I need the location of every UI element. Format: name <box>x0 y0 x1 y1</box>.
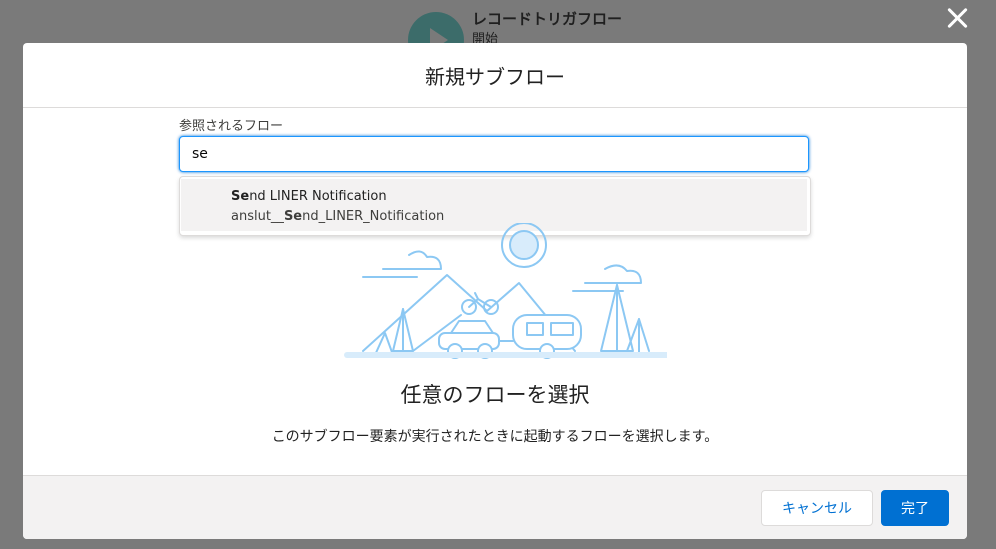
cancel-button[interactable]: キャンセル <box>761 490 873 526</box>
done-button[interactable]: 完了 <box>881 490 949 526</box>
option-api-name: anslut__Send_LINER_Notification <box>231 209 445 224</box>
flow-search-input[interactable] <box>179 136 809 172</box>
modal-title: 新規サブフロー <box>425 64 565 89</box>
close-icon[interactable] <box>944 4 972 32</box>
referenced-flow-label: 参照されるフロー <box>179 119 284 134</box>
modal-footer: キャンセル 完了 <box>23 475 967 539</box>
new-subflow-modal: 新規サブフロー 参照されるフロー Send LINER Notification… <box>23 43 967 539</box>
modal-header: 新規サブフロー <box>23 43 967 108</box>
empty-state-description: このサブフロー要素が実行されたときに起動するフローを選択します。 <box>271 429 719 445</box>
flow-type-title: レコードトリガフロー <box>472 10 623 28</box>
camping-illustration <box>344 223 667 359</box>
empty-state-title: 任意のフローを選択 <box>400 383 590 407</box>
option-label: Send LINER Notification <box>231 189 387 204</box>
